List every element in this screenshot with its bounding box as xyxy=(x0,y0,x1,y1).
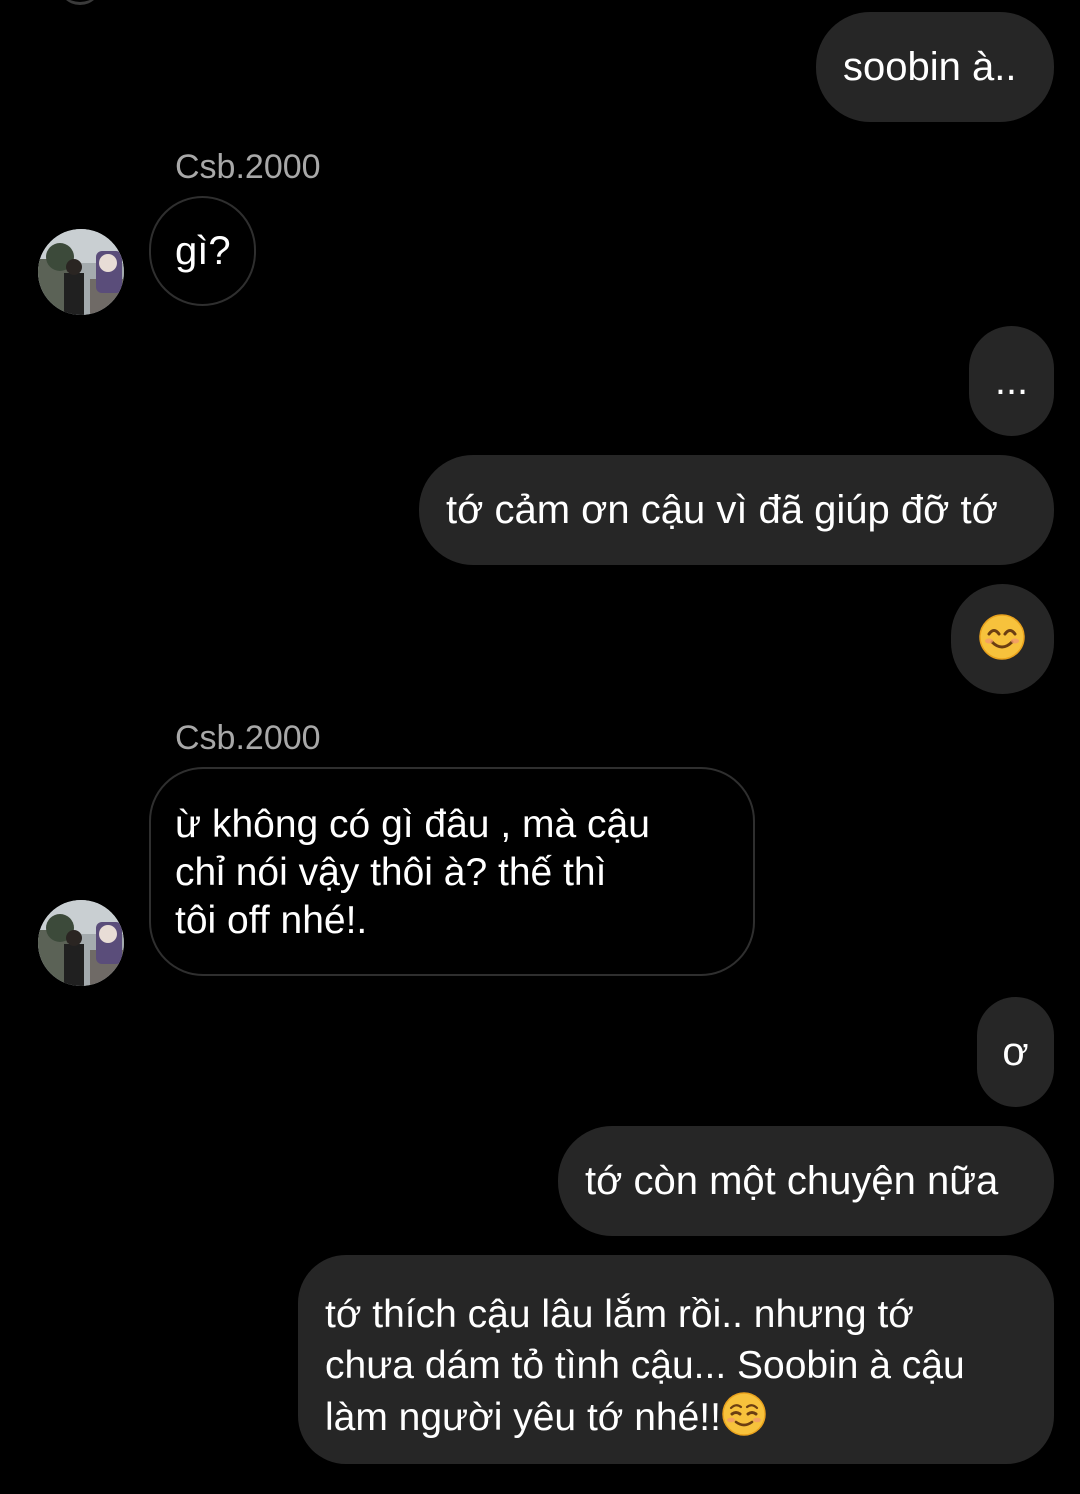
message-line: tôi off nhé!. xyxy=(175,899,368,942)
incoming-message[interactable]: gì? xyxy=(149,196,256,306)
message-text: gì? xyxy=(175,229,231,273)
message-text: soobin à.. xyxy=(843,45,1017,89)
message-text: tớ cảm ơn cậu vì đã giúp đỡ tớ xyxy=(446,488,998,532)
message-line: làm người yêu tớ nhé!! xyxy=(325,1396,721,1439)
message-line: chưa dám tỏ tình cậu... Soobin à cậu xyxy=(325,1344,965,1387)
relieved-smile-emoji xyxy=(722,1392,766,1436)
message-text: ... xyxy=(994,359,1029,403)
smiling-face-emoji xyxy=(979,614,1025,660)
outgoing-message[interactable]: ơ xyxy=(977,997,1054,1107)
contact-avatar[interactable] xyxy=(38,229,124,315)
message-text: ơ xyxy=(1002,1030,1029,1074)
profile-photo-avatar xyxy=(38,229,124,315)
message-line: tớ thích cậu lâu lắm rồi.. nhưng tớ xyxy=(325,1293,914,1336)
outgoing-emoji-message[interactable] xyxy=(951,584,1054,694)
incoming-message[interactable]: ừ không có gì đâu , mà cậu chỉ nói vậy t… xyxy=(149,767,755,976)
previous-avatar-edge xyxy=(58,0,102,5)
sender-username[interactable]: Csb.2000 xyxy=(175,718,321,758)
outgoing-message[interactable]: ... xyxy=(969,326,1054,436)
outgoing-message[interactable]: soobin à.. xyxy=(816,12,1054,122)
message-line: chỉ nói vậy thôi à? thế thì xyxy=(175,851,607,894)
outgoing-message[interactable]: tớ còn một chuyện nữa xyxy=(558,1126,1054,1236)
outgoing-message[interactable]: tớ thích cậu lâu lắm rồi.. nhưng tớ chưa… xyxy=(298,1255,1054,1464)
contact-avatar[interactable] xyxy=(38,900,124,986)
message-line: ừ không có gì đâu , mà cậu xyxy=(175,803,650,846)
message-text: tớ còn một chuyện nữa xyxy=(585,1159,999,1203)
sender-username[interactable]: Csb.2000 xyxy=(175,147,321,187)
outgoing-message[interactable]: tớ cảm ơn cậu vì đã giúp đỡ tớ xyxy=(419,455,1054,565)
profile-photo-avatar xyxy=(38,900,124,986)
message-line-with-emoji: làm người yêu tớ nhé!! xyxy=(325,1391,1027,1443)
